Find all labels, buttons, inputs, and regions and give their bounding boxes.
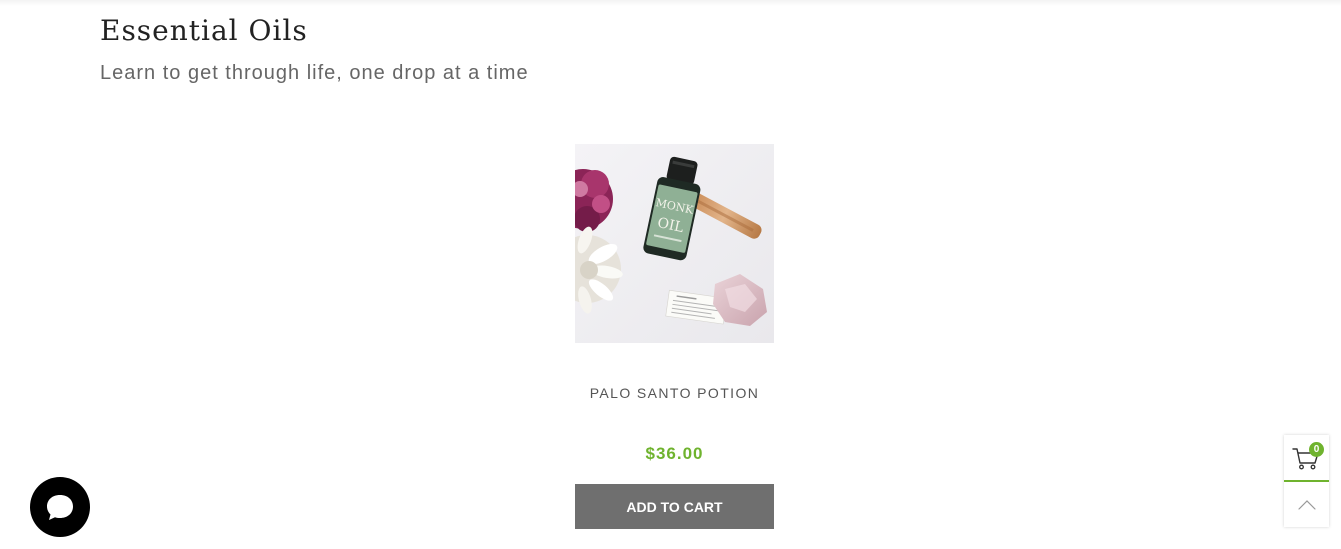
cart-widget[interactable]: 0 bbox=[1284, 435, 1329, 482]
product-image[interactable]: MONK OIL bbox=[575, 144, 774, 343]
chevron-up-icon bbox=[1297, 499, 1316, 510]
cart-count-badge: 0 bbox=[1309, 442, 1324, 457]
collection-title: Essential Oils bbox=[100, 14, 308, 47]
add-to-cart-button[interactable]: ADD TO CART bbox=[575, 484, 774, 529]
scroll-to-top-button[interactable] bbox=[1284, 482, 1329, 527]
chat-button[interactable] bbox=[30, 477, 90, 537]
header-shadow bbox=[0, 0, 1341, 6]
cart-icon bbox=[1292, 448, 1319, 470]
collection-subtitle: Learn to get through life, one drop at a… bbox=[100, 62, 529, 84]
chat-bubble-icon bbox=[47, 495, 73, 520]
product-photo: MONK OIL bbox=[575, 144, 774, 343]
product-name[interactable]: PALO SANTO POTION bbox=[535, 385, 814, 401]
side-widget: 0 bbox=[1284, 435, 1329, 527]
product-card: MONK OIL PALO SANTO POTION $36.00 ADD TO… bbox=[575, 144, 774, 529]
product-price: $36.00 bbox=[645, 444, 704, 463]
